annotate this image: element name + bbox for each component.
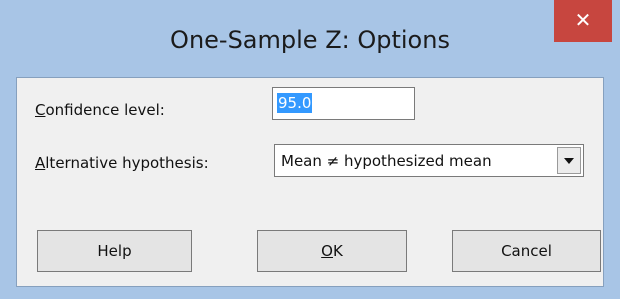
alternative-hypothesis-dropdown[interactable]: Mean ≠ hypothesized mean bbox=[274, 144, 584, 177]
confidence-level-input[interactable]: 95.0 bbox=[272, 87, 415, 120]
ok-button-label-rest: K bbox=[332, 242, 343, 260]
confidence-level-label-text: onfidence level: bbox=[45, 101, 165, 119]
cancel-button[interactable]: Cancel bbox=[452, 230, 601, 272]
dialog-title: One-Sample Z: Options bbox=[170, 26, 450, 54]
confidence-level-mnemonic: C bbox=[35, 101, 46, 119]
help-button[interactable]: Help bbox=[37, 230, 192, 272]
dialog-body: Confidence level: 95.0 Alternative hypot… bbox=[16, 77, 604, 287]
alternative-hypothesis-value: Mean ≠ hypothesized mean bbox=[281, 152, 492, 170]
chevron-down-icon[interactable] bbox=[557, 147, 581, 174]
title-bar: One-Sample Z: Options ✕ bbox=[0, 0, 620, 72]
alternative-hypothesis-label: Alternative hypothesis: bbox=[35, 154, 209, 172]
ok-button[interactable]: OK bbox=[257, 230, 407, 272]
dialog-window: One-Sample Z: Options ✕ Confidence level… bbox=[0, 0, 620, 299]
ok-button-mnemonic: O bbox=[321, 242, 333, 260]
alternative-hypothesis-mnemonic: A bbox=[35, 154, 46, 172]
close-button[interactable]: ✕ bbox=[554, 0, 612, 42]
help-button-label: Help bbox=[97, 242, 132, 260]
confidence-level-value: 95.0 bbox=[277, 93, 313, 113]
confidence-level-label: Confidence level: bbox=[35, 101, 165, 119]
alternative-hypothesis-label-text: lternative hypothesis: bbox=[45, 154, 209, 172]
cancel-button-label: Cancel bbox=[501, 242, 552, 260]
close-icon: ✕ bbox=[574, 8, 592, 32]
